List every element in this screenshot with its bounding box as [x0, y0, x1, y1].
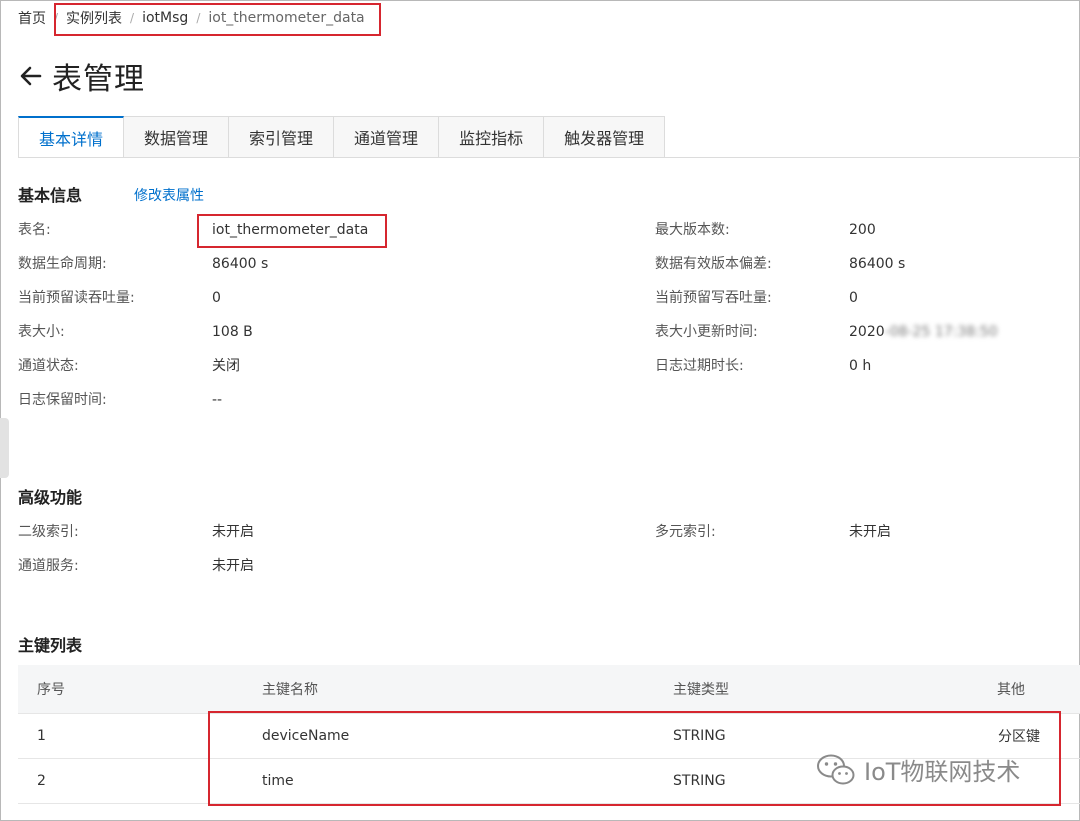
advanced-title: 高级功能 [18, 488, 83, 507]
tab-bar: 基本详情 数据管理 索引管理 通道管理 监控指标 触发器管理 [18, 116, 666, 158]
watermark-text: IoT物联网技术 [864, 758, 1021, 786]
column-header-type: 主键类型 [673, 682, 729, 698]
cell-key-name: time [262, 773, 294, 789]
tab-basic-details[interactable]: 基本详情 [18, 116, 125, 158]
table-header-row: 序号 主键名称 主键类型 其他 [18, 665, 1080, 714]
info-value-update-time: 2020-08-25 17:38:50 [849, 322, 998, 342]
tab-trigger-management[interactable]: 触发器管理 [544, 116, 666, 158]
info-label: 当前预留读吞吐量: [18, 290, 135, 306]
cell-key-name: deviceName [262, 728, 350, 744]
breadcrumb-separator: / [130, 11, 135, 25]
back-arrow-icon[interactable] [18, 63, 44, 89]
info-label: 通道服务: [18, 558, 79, 574]
wechat-icon [817, 754, 855, 784]
info-value: -- [212, 392, 223, 408]
tunnel-status-link[interactable]: 关闭 [212, 356, 240, 376]
tab-divider [18, 157, 1080, 158]
breadcrumb-instance[interactable]: iotMsg [142, 10, 188, 26]
tab-tunnel-management[interactable]: 通道管理 [334, 116, 440, 158]
info-label: 日志保留时间: [18, 392, 107, 408]
breadcrumb-separator: / [196, 11, 201, 25]
info-label: 表大小更新时间: [655, 324, 758, 340]
info-label: 日志过期时长: [655, 358, 744, 374]
watermark: IoT物联网技术 [816, 752, 1020, 787]
cell-key-type: STRING [673, 728, 726, 744]
breadcrumb-current-table: iot_thermometer_data [208, 10, 365, 26]
info-value: 0 [849, 290, 858, 306]
page-title: 表管理 [52, 62, 145, 97]
breadcrumb-separator: / [54, 11, 59, 25]
tab-monitoring-metrics[interactable]: 监控指标 [439, 116, 545, 158]
info-label: 数据有效版本偏差: [655, 256, 772, 272]
breadcrumb-instance-list[interactable]: 实例列表 [66, 8, 122, 28]
info-label: 表名: [18, 222, 51, 238]
info-value: 86400 s [212, 256, 269, 272]
info-value: 108 B [212, 324, 253, 340]
info-value: 0 h [849, 358, 872, 374]
update-time-visible: 2020 [849, 324, 885, 340]
page-header: 表管理 [18, 54, 145, 98]
info-value: 86400 s [849, 256, 906, 272]
info-value: 未开启 [849, 524, 891, 540]
info-label: 多元索引: [655, 524, 716, 540]
update-time-blurred: -08-25 17:38:50 [884, 324, 998, 340]
info-label: 通道状态: [18, 358, 79, 374]
info-value: 未开启 [212, 524, 254, 540]
edit-table-attributes-link[interactable]: 修改表属性 [134, 185, 204, 205]
tab-index-management[interactable]: 索引管理 [229, 116, 335, 158]
column-header-name: 主键名称 [262, 682, 318, 698]
info-label: 当前预留写吞吐量: [655, 290, 772, 306]
tab-data-management[interactable]: 数据管理 [124, 116, 230, 158]
info-value-table-name: iot_thermometer_data [212, 222, 369, 238]
info-value: 0 [212, 290, 221, 306]
info-label: 最大版本数: [655, 222, 730, 238]
primary-keys-title: 主键列表 [18, 636, 83, 655]
breadcrumb: 首页 / 实例列表 / iotMsg / iot_thermometer_dat… [18, 8, 365, 28]
column-header-other: 其他 [997, 682, 1025, 698]
column-header-index: 序号 [37, 682, 65, 698]
info-label: 表大小: [18, 324, 65, 340]
info-value: 200 [849, 222, 876, 238]
info-label: 二级索引: [18, 524, 79, 540]
info-value: 未开启 [212, 558, 254, 574]
cell-index: 1 [37, 728, 46, 744]
breadcrumb-home[interactable]: 首页 [18, 8, 46, 28]
cell-index: 2 [37, 773, 46, 789]
basic-info-title: 基本信息 [18, 186, 83, 205]
info-label: 数据生命周期: [18, 256, 107, 272]
side-collapse-handle[interactable] [0, 418, 9, 478]
cell-key-type: STRING [673, 773, 726, 789]
